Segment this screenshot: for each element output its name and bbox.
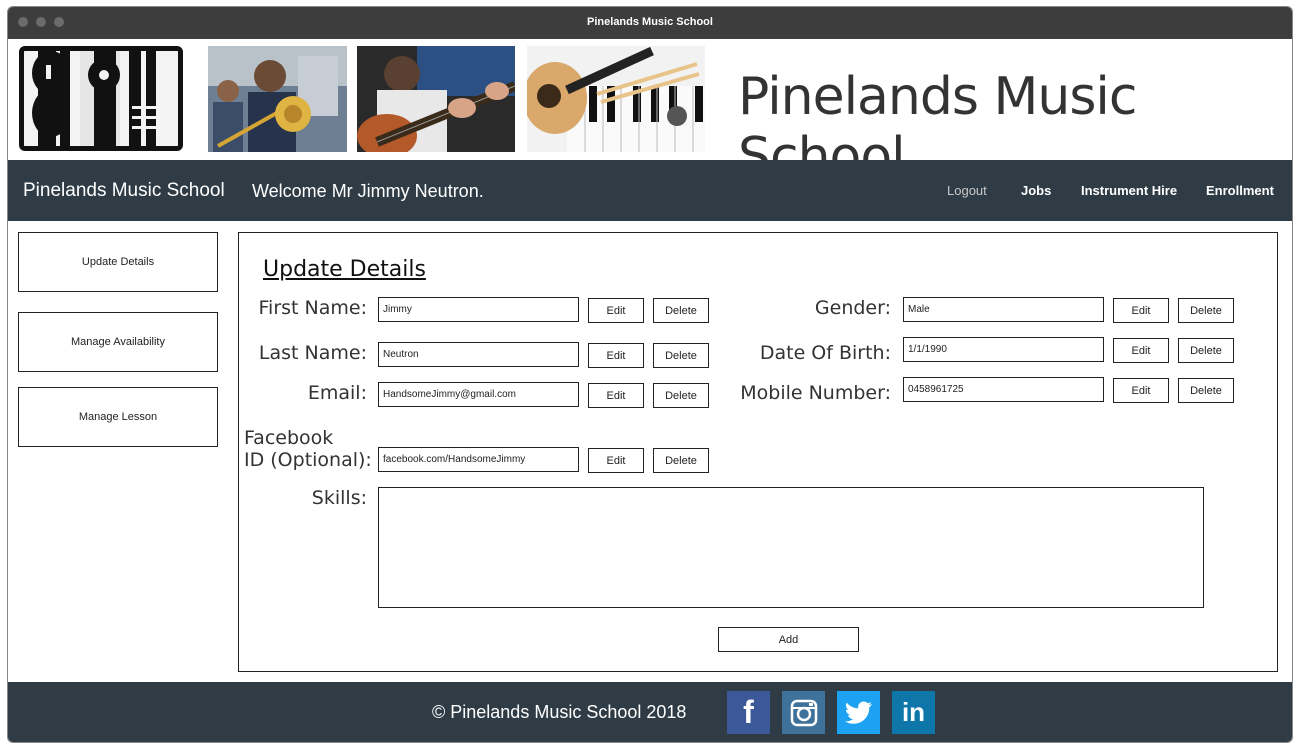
facebook-label-line1: Facebook xyxy=(244,427,334,449)
navbar-brand[interactable]: Pinelands Music School xyxy=(23,180,225,202)
facebook-delete-button[interactable]: Delete xyxy=(653,448,709,473)
facebook-label: Facebook ID (Optional): xyxy=(244,427,374,471)
gender-delete-button[interactable]: Delete xyxy=(1178,298,1234,323)
title-bar: Pinelands Music School xyxy=(8,7,1292,39)
gender-edit-button[interactable]: Edit xyxy=(1113,298,1169,323)
sidebar-item-manage-lesson[interactable]: Manage Lesson xyxy=(18,387,218,447)
welcome-message: Welcome Mr Jimmy Neutron. xyxy=(252,181,484,201)
skills-label: Skills: xyxy=(311,487,367,509)
skills-textarea[interactable] xyxy=(378,487,1204,608)
first-name-delete-button[interactable]: Delete xyxy=(653,298,709,323)
mobile-field[interactable]: 0458961725 xyxy=(903,377,1104,402)
email-label: Email: xyxy=(307,382,367,404)
first-name-edit-button[interactable]: Edit xyxy=(588,298,644,323)
top-navbar: Pinelands Music School Welcome Mr Jimmy … xyxy=(8,160,1292,221)
mobile-delete-button[interactable]: Delete xyxy=(1178,378,1234,403)
facebook-glyph: f xyxy=(743,694,754,730)
facebook-field[interactable]: facebook.com/HandsomeJimmy xyxy=(378,447,579,472)
ukulele-piano-photo xyxy=(527,46,705,152)
guitar-student-photo xyxy=(357,46,515,152)
email-edit-button[interactable]: Edit xyxy=(588,383,644,408)
window-title: Pinelands Music School xyxy=(587,16,713,28)
facebook-edit-button[interactable]: Edit xyxy=(588,448,644,473)
nav-jobs[interactable]: Jobs xyxy=(1021,183,1051,198)
dob-field[interactable]: 1/1/1990 xyxy=(903,337,1104,362)
copyright-text: © Pinelands Music School 2018 xyxy=(432,702,687,722)
dob-label: Date Of Birth: xyxy=(759,342,891,364)
last-name-delete-button[interactable]: Delete xyxy=(653,343,709,368)
nav-logout[interactable]: Logout xyxy=(947,183,987,198)
first-name-label: First Name: xyxy=(258,297,367,319)
nav-enrollment[interactable]: Enrollment xyxy=(1206,183,1274,198)
sidebar-item-manage-availability[interactable]: Manage Availability xyxy=(18,312,218,372)
linkedin-glyph: in xyxy=(901,697,926,727)
last-name-label: Last Name: xyxy=(258,342,367,364)
instagram-icon[interactable] xyxy=(782,691,825,734)
panel-title: Update Details xyxy=(263,257,426,282)
sidebar-item-update-details[interactable]: Update Details xyxy=(18,232,218,292)
email-field[interactable]: HandsomeJimmy@gmail.com xyxy=(378,382,579,407)
twitter-glyph xyxy=(844,701,872,724)
twitter-icon[interactable] xyxy=(837,691,880,734)
school-logo xyxy=(19,46,183,151)
dob-edit-button[interactable]: Edit xyxy=(1113,338,1169,363)
update-details-panel: Update Details First Name: Jimmy Edit De… xyxy=(238,232,1278,672)
trombone-student-photo xyxy=(208,46,347,152)
linkedin-icon[interactable]: in xyxy=(892,691,935,734)
first-name-field[interactable]: Jimmy xyxy=(378,297,579,322)
instagram-glyph xyxy=(790,699,817,726)
last-name-edit-button[interactable]: Edit xyxy=(588,343,644,368)
facebook-icon[interactable]: f xyxy=(727,691,770,734)
mobile-label: Mobile Number: xyxy=(740,382,891,404)
mobile-edit-button[interactable]: Edit xyxy=(1113,378,1169,403)
last-name-field[interactable]: Neutron xyxy=(378,342,579,367)
dob-delete-button[interactable]: Delete xyxy=(1178,338,1234,363)
header-banner: Pinelands Music School xyxy=(8,39,1292,187)
app-window: Pinelands Music School Pinelands Music S… xyxy=(7,6,1293,743)
footer: © Pinelands Music School 2018 f in xyxy=(8,682,1292,742)
gender-field[interactable]: Male xyxy=(903,297,1104,322)
nav-instrument-hire[interactable]: Instrument Hire xyxy=(1081,183,1177,198)
add-button[interactable]: Add xyxy=(718,627,859,652)
email-delete-button[interactable]: Delete xyxy=(653,383,709,408)
facebook-label-line2: ID (Optional): xyxy=(244,449,372,471)
gender-label: Gender: xyxy=(814,297,891,319)
